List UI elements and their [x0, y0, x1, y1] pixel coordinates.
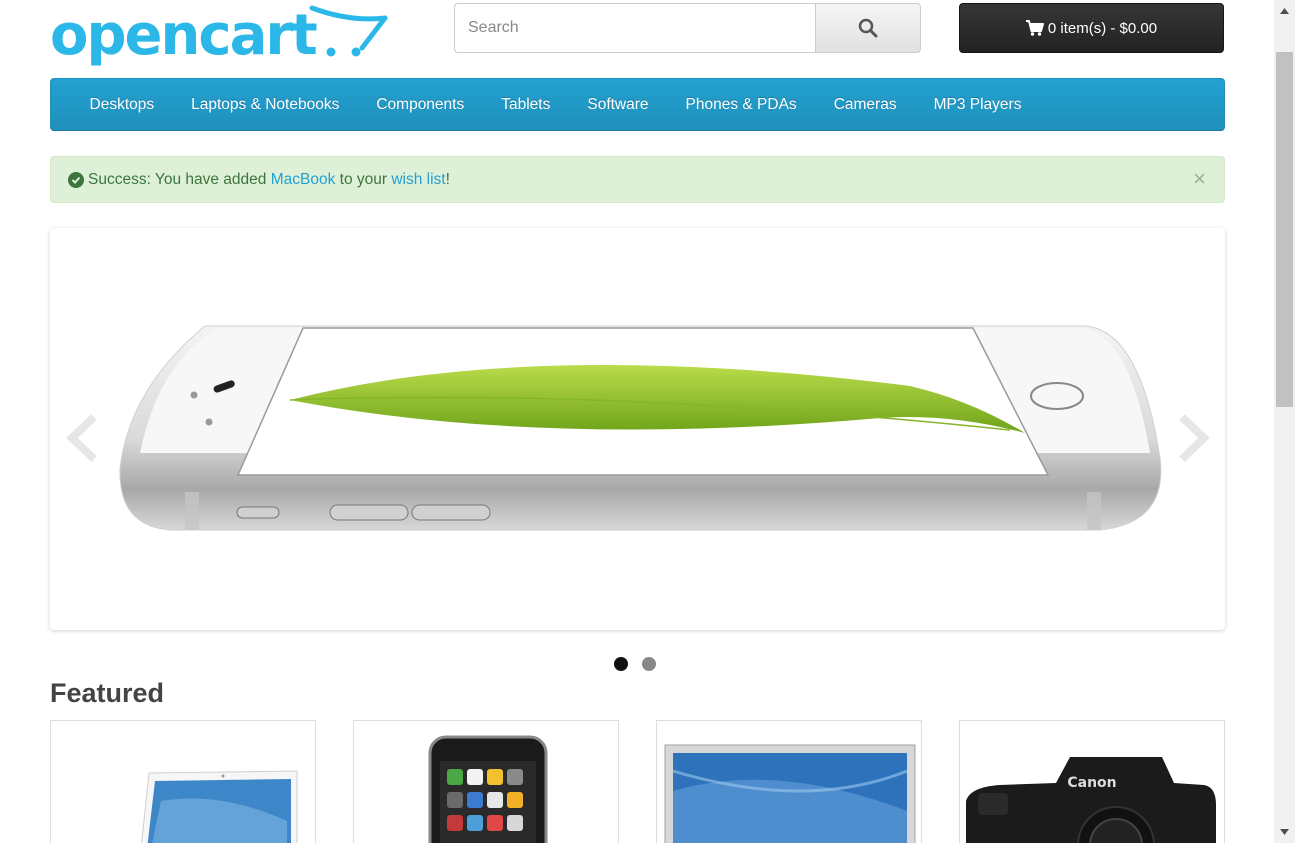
scroll-down-button[interactable] [1274, 821, 1295, 843]
product-card-cinema-display[interactable] [656, 720, 922, 843]
iphone-product-image [428, 735, 548, 843]
canon-eos-5d-camera-image: Canon [966, 757, 1216, 843]
hero-slideshow [50, 228, 1225, 630]
menu-item-tablets[interactable]: Tablets [483, 96, 569, 114]
alert-close-button[interactable]: × [1193, 168, 1206, 190]
slideshow-prev-button[interactable] [64, 413, 104, 463]
menu-item-cameras[interactable]: Cameras [815, 96, 915, 114]
alert-middle: to your [335, 170, 392, 188]
scrollbar-thumb[interactable] [1276, 52, 1293, 407]
cart-button[interactable]: 0 item(s) - $0.00 [959, 3, 1224, 53]
search-bar [454, 3, 921, 53]
alert-prefix: Success: You have added [88, 170, 271, 188]
opencart-logo-mark: opencart [50, 3, 388, 68]
scroll-up-arrow-icon [1280, 8, 1289, 14]
cart-total-label: 0 item(s) - $0.00 [1047, 19, 1158, 37]
apple-cinema-display-image [664, 744, 916, 843]
alert-product-link[interactable]: MacBook [271, 171, 336, 189]
slideshow-next-button[interactable] [1172, 413, 1212, 463]
menu-item-laptops-notebooks[interactable]: Laptops & Notebooks [173, 96, 358, 114]
logo-text: opencart [50, 3, 317, 68]
success-alert: Success: You have added MacBook to your … [50, 156, 1225, 203]
chevron-left-icon [66, 414, 97, 462]
menu-item-software[interactable]: Software [569, 96, 667, 114]
category-menu: Desktops Laptops & Notebooks Components … [50, 78, 1225, 131]
menu-item-components[interactable]: Components [358, 96, 483, 114]
search-input[interactable] [454, 3, 815, 53]
menu-item-phones-pdas[interactable]: Phones & PDAs [667, 96, 815, 114]
product-card-macbook[interactable] [50, 720, 316, 843]
shopping-cart-icon [1025, 20, 1044, 36]
menu-item-desktops[interactable]: Desktops [71, 96, 173, 114]
slideshow-pagination [614, 657, 656, 671]
menu-item-mp3-players[interactable]: MP3 Players [915, 96, 1040, 114]
chevron-right-icon [1179, 414, 1210, 462]
search-icon [858, 18, 878, 38]
check-circle-icon [68, 171, 84, 188]
macbook-product-image [141, 770, 298, 843]
search-button[interactable] [815, 3, 921, 53]
product-card-canon-camera[interactable]: Canon [959, 720, 1225, 843]
alert-wishlist-link[interactable]: wish list [391, 171, 445, 189]
slide-dot-2[interactable] [642, 657, 656, 671]
vertical-scrollbar[interactable] [1274, 0, 1295, 843]
alert-suffix: ! [445, 170, 450, 188]
scroll-down-arrow-icon [1280, 829, 1289, 835]
iphone-6-slide [119, 325, 1162, 531]
scroll-up-button[interactable] [1274, 0, 1295, 22]
opencart-logo[interactable]: opencart [50, 2, 390, 68]
svg-text:Canon: Canon [1067, 775, 1116, 791]
featured-heading: Featured [50, 678, 165, 708]
product-card-iphone[interactable] [353, 720, 619, 843]
slide-dot-1[interactable] [614, 657, 628, 671]
